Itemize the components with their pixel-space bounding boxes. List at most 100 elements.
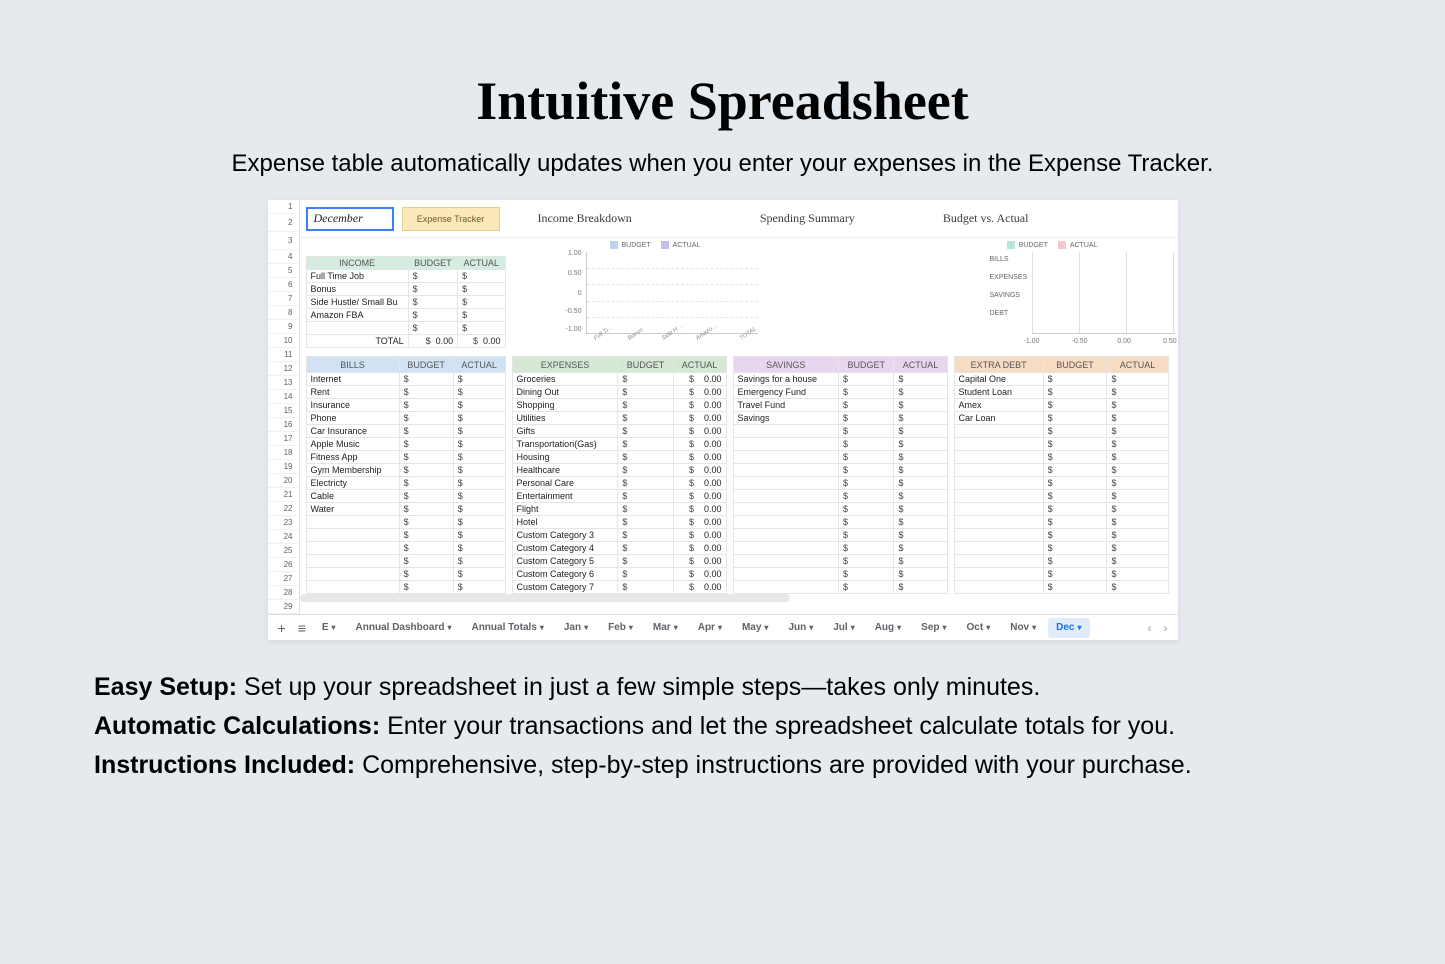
sheet-tab[interactable]: Jan▾	[556, 618, 596, 638]
table-row[interactable]: Internet$$	[306, 373, 505, 386]
sheet-tab[interactable]: Nov▾	[1002, 618, 1044, 638]
table-row[interactable]: $$	[733, 555, 947, 568]
add-sheet-icon[interactable]: +	[274, 620, 290, 636]
table-row[interactable]: Gym Membership$$	[306, 464, 505, 477]
table-row[interactable]: Hotel$$ 0.00	[512, 516, 726, 529]
tab-e[interactable]: E▾	[314, 618, 344, 638]
row-number[interactable]: 9	[268, 320, 299, 334]
sheet-tab[interactable]: Annual Dashboard▾	[348, 618, 460, 638]
row-number[interactable]: 24	[268, 530, 299, 544]
expense-tracker-button[interactable]: Expense Tracker	[402, 207, 500, 231]
table-row[interactable]: Gifts$$ 0.00	[512, 425, 726, 438]
table-row[interactable]: Bonus$$	[306, 283, 505, 296]
table-row[interactable]: Transportation(Gas)$$ 0.00	[512, 438, 726, 451]
table-row[interactable]: $$	[954, 490, 1168, 503]
table-row[interactable]: Emergency Fund$$	[733, 386, 947, 399]
sheet-tab[interactable]: Jul▾	[825, 618, 862, 638]
table-row[interactable]: Phone$$	[306, 412, 505, 425]
row-number[interactable]: 27	[268, 572, 299, 586]
table-row[interactable]: Custom Category 7$$ 0.00	[512, 581, 726, 594]
all-sheets-icon[interactable]: ≡	[294, 620, 310, 636]
scroll-tabs-right-icon[interactable]: ›	[1160, 621, 1172, 635]
table-row[interactable]: Insurance$$	[306, 399, 505, 412]
table-row[interactable]: Savings for a house$$	[733, 373, 947, 386]
table-row[interactable]: Custom Category 5$$ 0.00	[512, 555, 726, 568]
table-row[interactable]: Side Hustle/ Small Bu$$	[306, 296, 505, 309]
table-row[interactable]: Student Loan$$	[954, 386, 1168, 399]
horizontal-scrollbar[interactable]	[300, 594, 790, 602]
table-row[interactable]: $$	[306, 516, 505, 529]
table-row[interactable]: Entertainment$$ 0.00	[512, 490, 726, 503]
table-row[interactable]: $$	[733, 451, 947, 464]
sheet-tab[interactable]: Jun▾	[780, 618, 821, 638]
table-row[interactable]: $$	[306, 555, 505, 568]
table-row[interactable]: $$	[733, 438, 947, 451]
sheet-tab[interactable]: Sep▾	[913, 618, 954, 638]
table-row[interactable]: Cable$$	[306, 490, 505, 503]
table-row[interactable]: Water$$	[306, 503, 505, 516]
row-number[interactable]: 12	[268, 362, 299, 376]
table-row[interactable]: $$	[733, 581, 947, 594]
table-row[interactable]: Dining Out$$ 0.00	[512, 386, 726, 399]
row-number[interactable]: 22	[268, 502, 299, 516]
table-row[interactable]: Healthcare$$ 0.00	[512, 464, 726, 477]
table-row[interactable]: Rent$$	[306, 386, 505, 399]
row-number[interactable]: 15	[268, 404, 299, 418]
row-number[interactable]: 13	[268, 376, 299, 390]
sheet-tab[interactable]: Apr▾	[690, 618, 730, 638]
sheet-tab[interactable]: Aug▾	[867, 618, 909, 638]
table-row[interactable]: $$	[733, 490, 947, 503]
table-row[interactable]: Personal Care$$ 0.00	[512, 477, 726, 490]
row-number[interactable]: 11	[268, 348, 299, 362]
row-number[interactable]: 26	[268, 558, 299, 572]
row-number[interactable]: 4	[268, 250, 299, 264]
table-row[interactable]: Apple Music$$	[306, 438, 505, 451]
row-number[interactable]: 10	[268, 334, 299, 348]
table-row[interactable]: $$	[306, 542, 505, 555]
row-number[interactable]: 25	[268, 544, 299, 558]
table-row[interactable]: $$	[733, 516, 947, 529]
table-row[interactable]: Travel Fund$$	[733, 399, 947, 412]
table-row[interactable]: Custom Category 3$$ 0.00	[512, 529, 726, 542]
table-row[interactable]: $$	[733, 464, 947, 477]
table-row[interactable]: $$	[306, 322, 505, 335]
table-row[interactable]: Electricty$$	[306, 477, 505, 490]
table-row[interactable]: $$	[954, 581, 1168, 594]
table-row[interactable]: Utilities$$ 0.00	[512, 412, 726, 425]
row-number[interactable]: 20	[268, 474, 299, 488]
table-row[interactable]: Shopping$$ 0.00	[512, 399, 726, 412]
table-row[interactable]: Car Insurance$$	[306, 425, 505, 438]
sheet-tab[interactable]: May▾	[734, 618, 776, 638]
table-row[interactable]: $$	[954, 477, 1168, 490]
month-cell[interactable]: December	[306, 207, 394, 231]
row-number[interactable]: 7	[268, 292, 299, 306]
row-number[interactable]: 1	[268, 200, 299, 214]
row-number[interactable]: 19	[268, 460, 299, 474]
table-row[interactable]: $$	[306, 529, 505, 542]
table-row[interactable]: Savings$$	[733, 412, 947, 425]
sheet-tab[interactable]: Feb▾	[600, 618, 641, 638]
row-number[interactable]: 2	[268, 214, 299, 232]
table-row[interactable]: Housing$$ 0.00	[512, 451, 726, 464]
row-number[interactable]: 6	[268, 278, 299, 292]
table-row[interactable]: $$	[954, 516, 1168, 529]
table-row[interactable]: $$	[733, 477, 947, 490]
table-row[interactable]: Groceries$$ 0.00	[512, 373, 726, 386]
table-row[interactable]: Capital One$$	[954, 373, 1168, 386]
table-row[interactable]: $$	[954, 464, 1168, 477]
row-number[interactable]: 3	[268, 232, 299, 250]
table-row[interactable]: $$	[733, 568, 947, 581]
row-number[interactable]: 14	[268, 390, 299, 404]
sheet-tab[interactable]: Mar▾	[645, 618, 686, 638]
table-row[interactable]: Custom Category 4$$ 0.00	[512, 542, 726, 555]
table-row[interactable]: Car Loan$$	[954, 412, 1168, 425]
table-row[interactable]: $$	[954, 555, 1168, 568]
sheet-tab[interactable]: Dec▾	[1048, 618, 1089, 638]
table-row[interactable]: $$	[954, 503, 1168, 516]
table-row[interactable]: $$	[306, 568, 505, 581]
row-number[interactable]: 8	[268, 306, 299, 320]
table-row[interactable]: $$	[954, 529, 1168, 542]
table-row[interactable]: $$	[954, 438, 1168, 451]
table-row[interactable]: Amazon FBA$$	[306, 309, 505, 322]
table-row[interactable]: $$	[733, 542, 947, 555]
